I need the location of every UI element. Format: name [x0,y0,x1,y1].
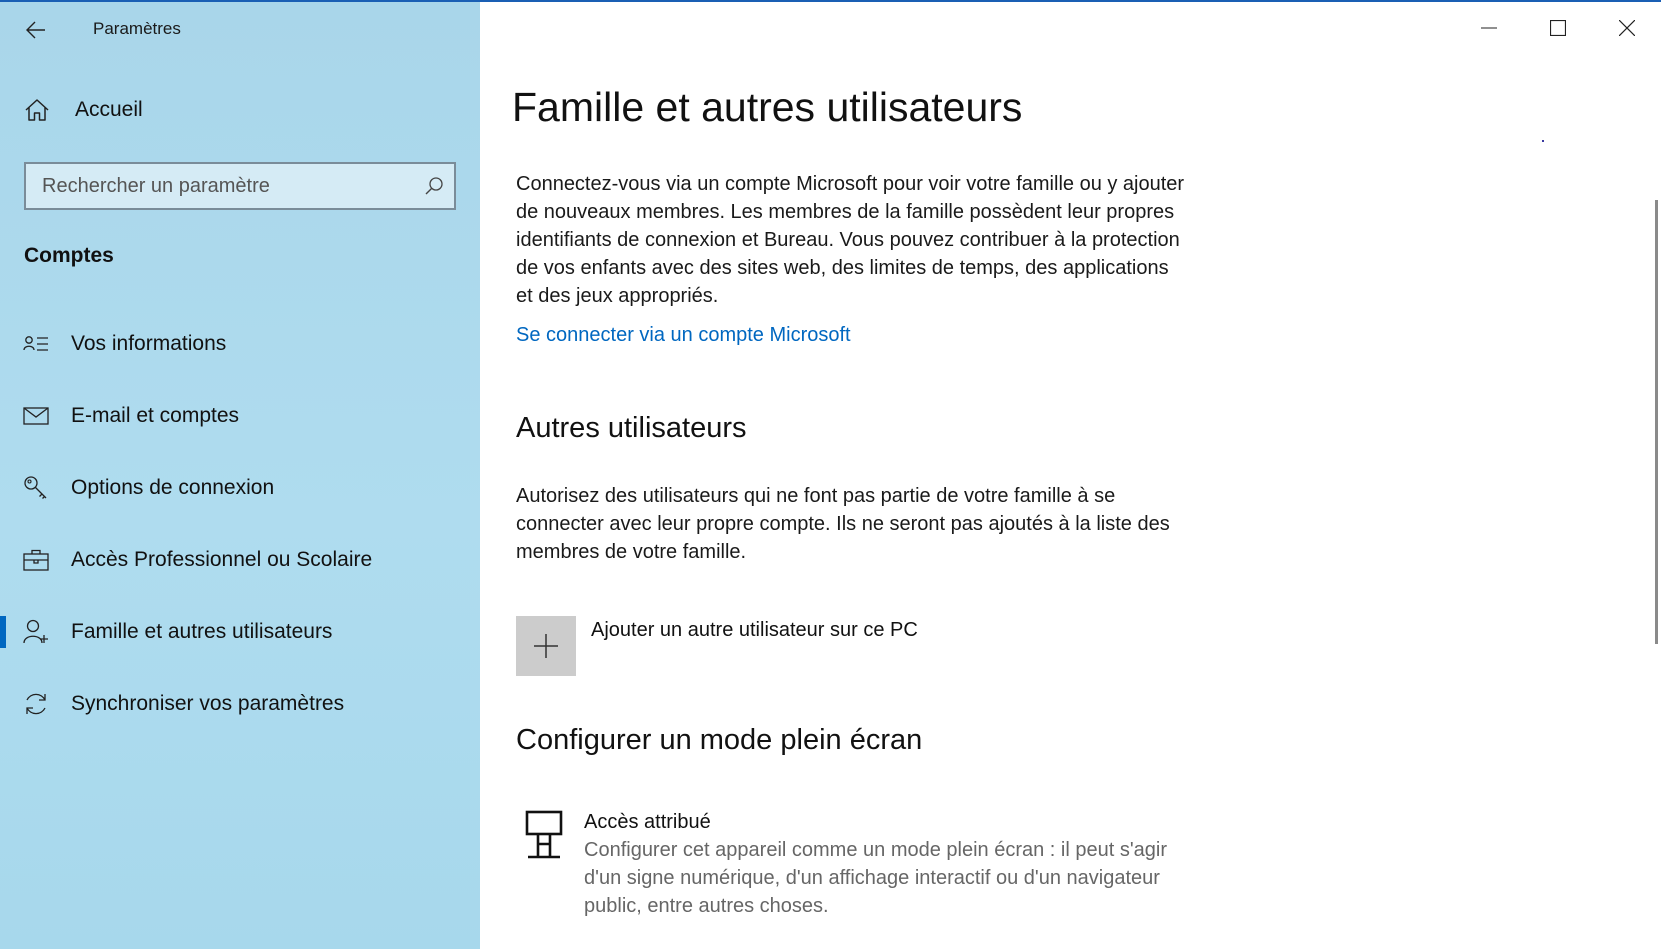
sidebar-item-label: Options de connexion [71,476,275,499]
sidebar-item-label: E-mail et comptes [71,404,240,427]
sidebar-item-label: Synchroniser vos paramètres [71,692,345,715]
sidebar-item-family[interactable]: Famille et autres utilisateurs [0,596,480,668]
family-description: Connectez-vous via un compte Microsoft p… [516,173,1185,307]
sidebar-item-work-school[interactable]: Accès Professionnel ou Scolaire [0,524,480,596]
page-title: Famille et autres utilisateurs [512,84,1023,130]
maximize-button[interactable] [1523,2,1592,54]
key-icon [22,474,50,502]
search-box [24,162,456,210]
section-label-accounts: Comptes [24,244,114,267]
minimize-icon [1480,27,1497,29]
close-icon [1618,20,1635,36]
sync-icon [22,690,50,718]
add-user-label: Ajouter un autre utilisateur sur ce PC [591,619,918,641]
back-button[interactable] [22,18,50,42]
search-icon [425,177,443,195]
sidebar-item-label: Accès Professionnel ou Scolaire [71,548,373,571]
sidebar-item-your-info[interactable]: Vos informations [0,308,480,380]
add-tile [516,616,576,676]
maximize-icon [1549,20,1566,36]
other-users-heading: Autres utilisateurs [516,412,747,444]
back-arrow-icon [26,21,45,39]
scrollbar[interactable] [1655,200,1658,644]
sidebar-nav: Vos informations E-mail et comptes Optio… [0,308,480,740]
assigned-access-title: Accès attribué [584,811,711,833]
sidebar-home[interactable]: Accueil [24,98,143,122]
signin-microsoft-link[interactable]: Se connecter via un compte Microsoft [516,324,851,347]
other-users-description: Autorisez des utilisateurs qui ne font p… [516,485,1170,563]
kiosk-icon [516,808,572,866]
plus-icon [534,634,558,658]
window-controls [1454,2,1661,54]
sidebar-item-email[interactable]: E-mail et comptes [0,380,480,452]
mail-icon [22,402,50,430]
person-add-icon [22,618,50,646]
sidebar-home-label: Accueil [75,98,143,121]
briefcase-icon [22,546,50,574]
settings-window: Paramètres Accueil Comptes [0,0,1661,949]
sidebar-item-label: Famille et autres utilisateurs [71,620,333,643]
minimize-button[interactable] [1454,2,1523,54]
kiosk-heading: Configurer un mode plein écran [516,724,923,756]
main-content: Famille et autres utilisateurs Connectez… [480,2,1661,949]
stray-dot [1542,140,1544,142]
search-button[interactable] [414,164,454,208]
assigned-access-text: Accès attribué Configurer cet appareil c… [584,808,1174,920]
sidebar: Paramètres Accueil Comptes [0,2,480,949]
app-title: Paramètres [93,19,181,38]
close-button[interactable] [1592,2,1661,54]
assigned-access-item[interactable]: Accès attribué Configurer cet appareil c… [516,808,1196,920]
sidebar-item-label: Vos informations [71,332,227,355]
person-card-icon [22,330,50,358]
sidebar-item-signin-options[interactable]: Options de connexion [0,452,480,524]
sidebar-item-sync[interactable]: Synchroniser vos paramètres [0,668,480,740]
home-icon [25,99,49,121]
add-user-button[interactable]: Ajouter un autre utilisateur sur ce PC [516,616,918,676]
search-input[interactable] [26,173,414,199]
assigned-access-description: Configurer cet appareil comme un mode pl… [584,839,1168,917]
